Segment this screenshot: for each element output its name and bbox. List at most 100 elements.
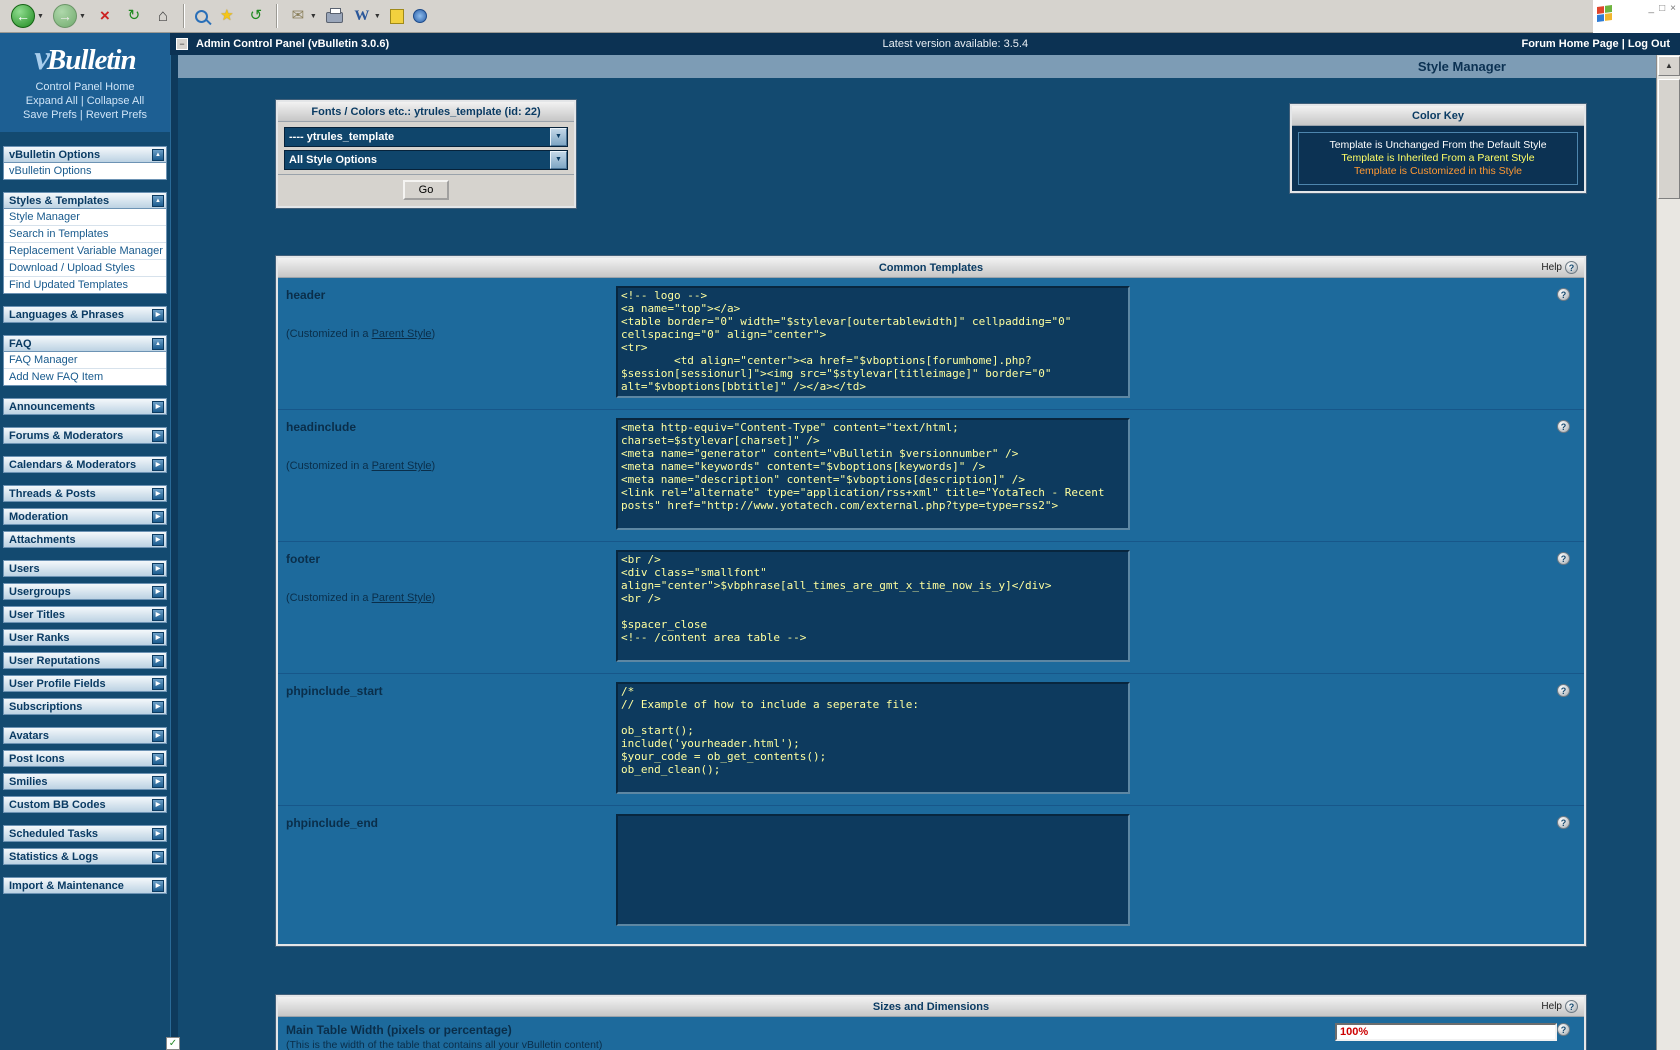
minimize-button[interactable]: _ [1649, 3, 1655, 14]
stop-button[interactable]: × [92, 1, 118, 31]
section-header-post-icons[interactable]: Post Icons▶ [3, 750, 167, 767]
expand-collapse-links[interactable]: Expand All | Collapse All [0, 94, 170, 108]
section-header-user-profile-fields[interactable]: User Profile Fields▶ [3, 675, 167, 692]
section-header-smilies[interactable]: Smilies▶ [3, 773, 167, 790]
help-icon[interactable]: ? [1557, 684, 1570, 697]
style-select[interactable]: ---- ytrules_template ▼ [284, 127, 568, 147]
template-code-editor-header[interactable]: <!-- logo --> <a name="top"></a> <table … [616, 286, 1130, 398]
section-toggle-icon[interactable]: ▶ [152, 534, 164, 546]
section-header-subscriptions[interactable]: Subscriptions▶ [3, 698, 167, 715]
help-icon[interactable]: ? [1565, 1000, 1578, 1013]
section-toggle-icon[interactable]: ▶ [152, 828, 164, 840]
help-icon[interactable]: ? [1565, 261, 1578, 274]
chevron-down-icon[interactable]: ▼ [550, 151, 567, 169]
section-toggle-icon[interactable]: ▶ [152, 851, 164, 863]
back-button[interactable]: ←▼ [8, 1, 47, 31]
section-header-user-reputations[interactable]: User Reputations▶ [3, 652, 167, 669]
main-table-width-input[interactable] [1335, 1023, 1557, 1041]
template-code-editor-footer[interactable]: <br /> <div class="smallfont" align="cen… [616, 550, 1130, 662]
sidebar-item-find-updated-templates[interactable]: Find Updated Templates [4, 277, 166, 293]
section-header-languages-phrases[interactable]: Languages & Phrases▶ [3, 306, 167, 323]
close-button[interactable]: × [1670, 3, 1676, 14]
section-header-attachments[interactable]: Attachments▶ [3, 531, 167, 548]
section-header-announcements[interactable]: Announcements▶ [3, 398, 167, 415]
collapse-nav-icon[interactable]: − [176, 38, 188, 50]
scroll-up-icon[interactable]: ▲ [1658, 56, 1680, 76]
section-toggle-icon[interactable]: ▶ [152, 632, 164, 644]
refresh-button[interactable]: ↻ [121, 1, 147, 31]
section-header-vbulletin-options[interactable]: vBulletin Options▲ [3, 146, 167, 163]
help-label[interactable]: Help [1541, 262, 1562, 273]
section-header-moderation[interactable]: Moderation▶ [3, 508, 167, 525]
section-toggle-icon[interactable]: ▶ [152, 880, 164, 892]
section-toggle-icon[interactable]: ▶ [152, 459, 164, 471]
section-toggle-icon[interactable]: ▶ [152, 401, 164, 413]
section-header-threads-posts[interactable]: Threads & Posts▶ [3, 485, 167, 502]
home-button[interactable]: ⌂ [150, 1, 176, 31]
section-header-scheduled-tasks[interactable]: Scheduled Tasks▶ [3, 825, 167, 842]
sidebar-item-style-manager[interactable]: Style Manager [4, 209, 166, 226]
go-button[interactable]: Go [403, 180, 450, 200]
section-header-forums-moderators[interactable]: Forums & Moderators▶ [3, 427, 167, 444]
section-toggle-icon[interactable]: ▶ [152, 701, 164, 713]
template-code-editor-phpinclude-end[interactable] [616, 814, 1130, 926]
section-header-faq[interactable]: FAQ▲ [3, 335, 167, 352]
help-icon[interactable]: ? [1557, 1023, 1570, 1036]
section-header-custom-bb-codes[interactable]: Custom BB Codes▶ [3, 796, 167, 813]
help-label[interactable]: Help [1541, 1001, 1562, 1012]
section-toggle-icon[interactable]: ▶ [152, 730, 164, 742]
scrollbar-thumb[interactable] [1658, 79, 1680, 199]
section-toggle-icon[interactable]: ▶ [152, 678, 164, 690]
section-toggle-icon[interactable]: ▶ [152, 563, 164, 575]
section-toggle-icon[interactable]: ▶ [152, 609, 164, 621]
sidebar-item-add-new-faq-item[interactable]: Add New FAQ Item [4, 369, 166, 385]
forward-dropdown-icon[interactable]: ▼ [79, 13, 86, 20]
section-toggle-icon[interactable]: ▶ [152, 430, 164, 442]
section-header-statistics-logs[interactable]: Statistics & Logs▶ [3, 848, 167, 865]
section-header-user-ranks[interactable]: User Ranks▶ [3, 629, 167, 646]
section-header-avatars[interactable]: Avatars▶ [3, 727, 167, 744]
section-toggle-icon[interactable]: ▲ [152, 195, 164, 207]
history-button[interactable]: ↺ [243, 1, 269, 31]
section-toggle-icon[interactable]: ▶ [152, 488, 164, 500]
chevron-down-icon[interactable]: ▼ [550, 128, 567, 146]
section-toggle-icon[interactable]: ▶ [152, 309, 164, 321]
style-options-select[interactable]: All Style Options ▼ [284, 150, 568, 170]
edit-dropdown-icon[interactable]: ▼ [374, 13, 381, 20]
section-header-usergroups[interactable]: Usergroups▶ [3, 583, 167, 600]
sidebar-item-vbulletin-options[interactable]: vBulletin Options [4, 163, 166, 179]
section-header-calendars-moderators[interactable]: Calendars & Moderators▶ [3, 456, 167, 473]
section-header-import-maintenance[interactable]: Import & Maintenance▶ [3, 877, 167, 894]
help-icon[interactable]: ? [1557, 288, 1570, 301]
messenger-button[interactable] [410, 1, 430, 31]
sidebar-item-download-upload-styles[interactable]: Download / Upload Styles [4, 260, 166, 277]
section-header-user-titles[interactable]: User Titles▶ [3, 606, 167, 623]
forward-button[interactable]: →▼ [50, 1, 89, 31]
sidebar-item-faq-manager[interactable]: FAQ Manager [4, 352, 166, 369]
favorites-button[interactable]: ★ [214, 1, 240, 31]
search-button[interactable] [192, 1, 211, 31]
sidebar-item-replacement-variable-manager[interactable]: Replacement Variable Manager [4, 243, 166, 260]
edit-with-word-button[interactable]: W▼ [349, 1, 384, 31]
template-code-editor-phpinclude-start[interactable]: /* // Example of how to include a sepera… [616, 682, 1130, 794]
section-header-users[interactable]: Users▶ [3, 560, 167, 577]
section-toggle-icon[interactable]: ▲ [152, 149, 164, 161]
section-header-styles-templates[interactable]: Styles & Templates▲ [3, 192, 167, 209]
frame-divider[interactable] [170, 55, 178, 1050]
help-icon[interactable]: ? [1557, 816, 1570, 829]
sidebar-item-search-in-templates[interactable]: Search in Templates [4, 226, 166, 243]
section-toggle-icon[interactable]: ▶ [152, 776, 164, 788]
page-scrollbar[interactable]: ▲ [1656, 55, 1680, 1050]
mail-dropdown-icon[interactable]: ▼ [310, 13, 317, 20]
help-icon[interactable]: ? [1557, 552, 1570, 565]
control-panel-home-link[interactable]: Control Panel Home [0, 80, 170, 94]
save-revert-prefs-links[interactable]: Save Prefs | Revert Prefs [0, 108, 170, 122]
topbar-links[interactable]: Forum Home Page | Log Out [1521, 38, 1670, 50]
parent-style-link[interactable]: Parent Style [372, 328, 432, 340]
research-button[interactable] [387, 1, 407, 31]
section-toggle-icon[interactable]: ▶ [152, 753, 164, 765]
help-icon[interactable]: ? [1557, 420, 1570, 433]
section-toggle-icon[interactable]: ▲ [152, 338, 164, 350]
parent-style-link[interactable]: Parent Style [372, 460, 432, 472]
restore-button[interactable]: □ [1659, 3, 1665, 14]
